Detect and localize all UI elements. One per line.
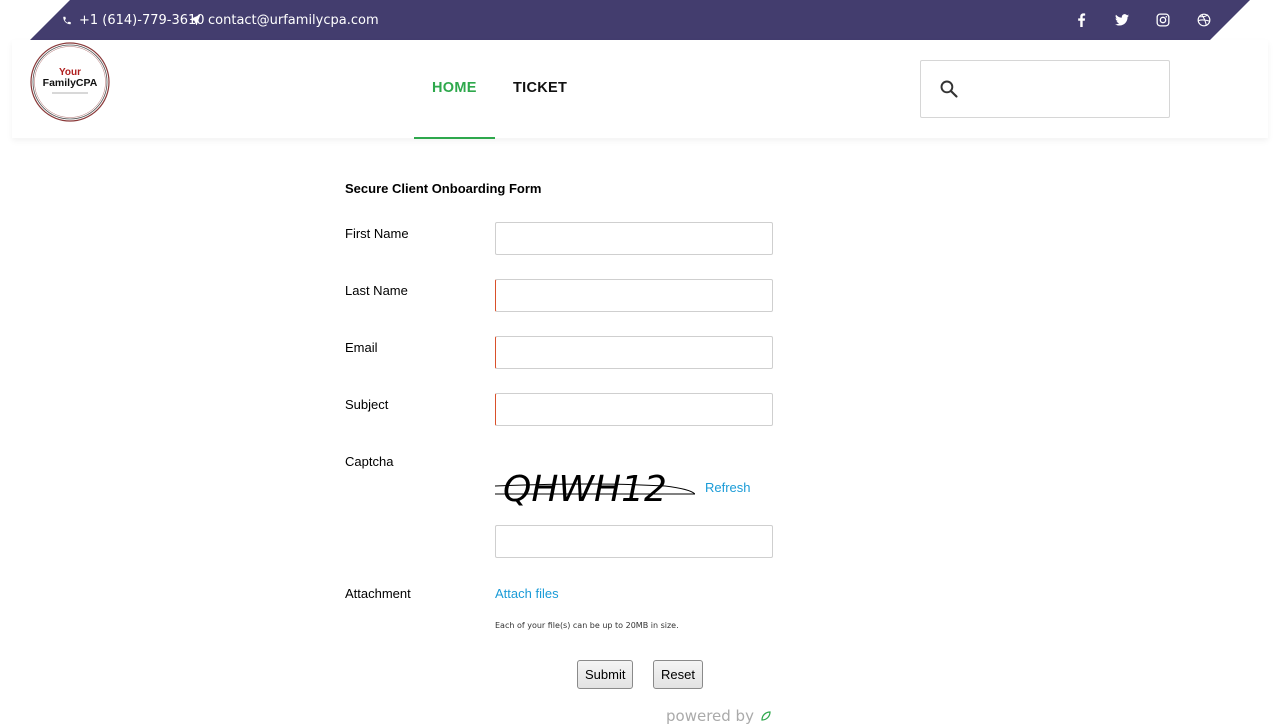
captcha-label: Captcha [345,454,394,469]
search-input[interactable] [971,73,1160,105]
facebook-link[interactable] [1071,0,1091,40]
dribbble-link[interactable] [1194,0,1214,40]
email-field[interactable] [495,336,773,369]
logo-line2: FamilyCPA [43,77,98,89]
send-icon [189,14,201,26]
submit-button[interactable]: Submit [577,660,633,689]
email-label: Email [345,340,378,355]
captcha-image: QHWH12 [495,469,695,508]
form-title: Secure Client Onboarding Form [345,181,542,196]
instagram-icon [1156,13,1170,27]
attach-files-link[interactable]: Attach files [495,586,559,601]
phone-icon [63,16,71,24]
last-name-label: Last Name [345,283,408,298]
subject-field[interactable] [495,393,773,426]
email-address: contact@urfamilycpa.com [208,12,379,28]
powered-by-label: powered by [666,707,754,725]
phone-number: +1 (614)-779-3610 [79,12,205,28]
top-contact-bar: +1 (614)-779-3610 contact@urfamilycpa.co… [0,0,1280,40]
brand-leaf-icon [761,711,771,721]
captcha-text: QHWH12 [503,469,667,508]
site-logo[interactable]: Your FamilyCPA [30,42,110,122]
instagram-link[interactable] [1153,0,1173,40]
email-contact[interactable]: contact@urfamilycpa.com [189,0,379,40]
phone-contact[interactable]: +1 (614)-779-3610 [62,0,205,40]
first-name-label: First Name [345,226,409,241]
captcha-field[interactable] [495,525,773,558]
nav-home[interactable]: HOME [432,80,477,96]
captcha-refresh-link[interactable]: Refresh [705,480,751,495]
twitter-link[interactable] [1112,0,1132,40]
powered-by: powered by [666,707,772,725]
facebook-icon [1077,13,1085,27]
reset-button[interactable]: Reset [653,660,703,689]
subject-label: Subject [345,397,389,412]
search-box[interactable] [920,60,1170,118]
search-icon[interactable] [939,79,959,99]
nav-active-indicator [414,137,495,139]
twitter-icon [1115,14,1129,26]
last-name-field[interactable] [495,279,773,312]
attachment-size-hint: Each of your file(s) can be up to 20MB i… [495,621,679,630]
attachment-label: Attachment [345,586,411,601]
nav-ticket[interactable]: TICKET [513,80,567,96]
dribbble-icon [1197,13,1211,27]
first-name-field[interactable] [495,222,773,255]
